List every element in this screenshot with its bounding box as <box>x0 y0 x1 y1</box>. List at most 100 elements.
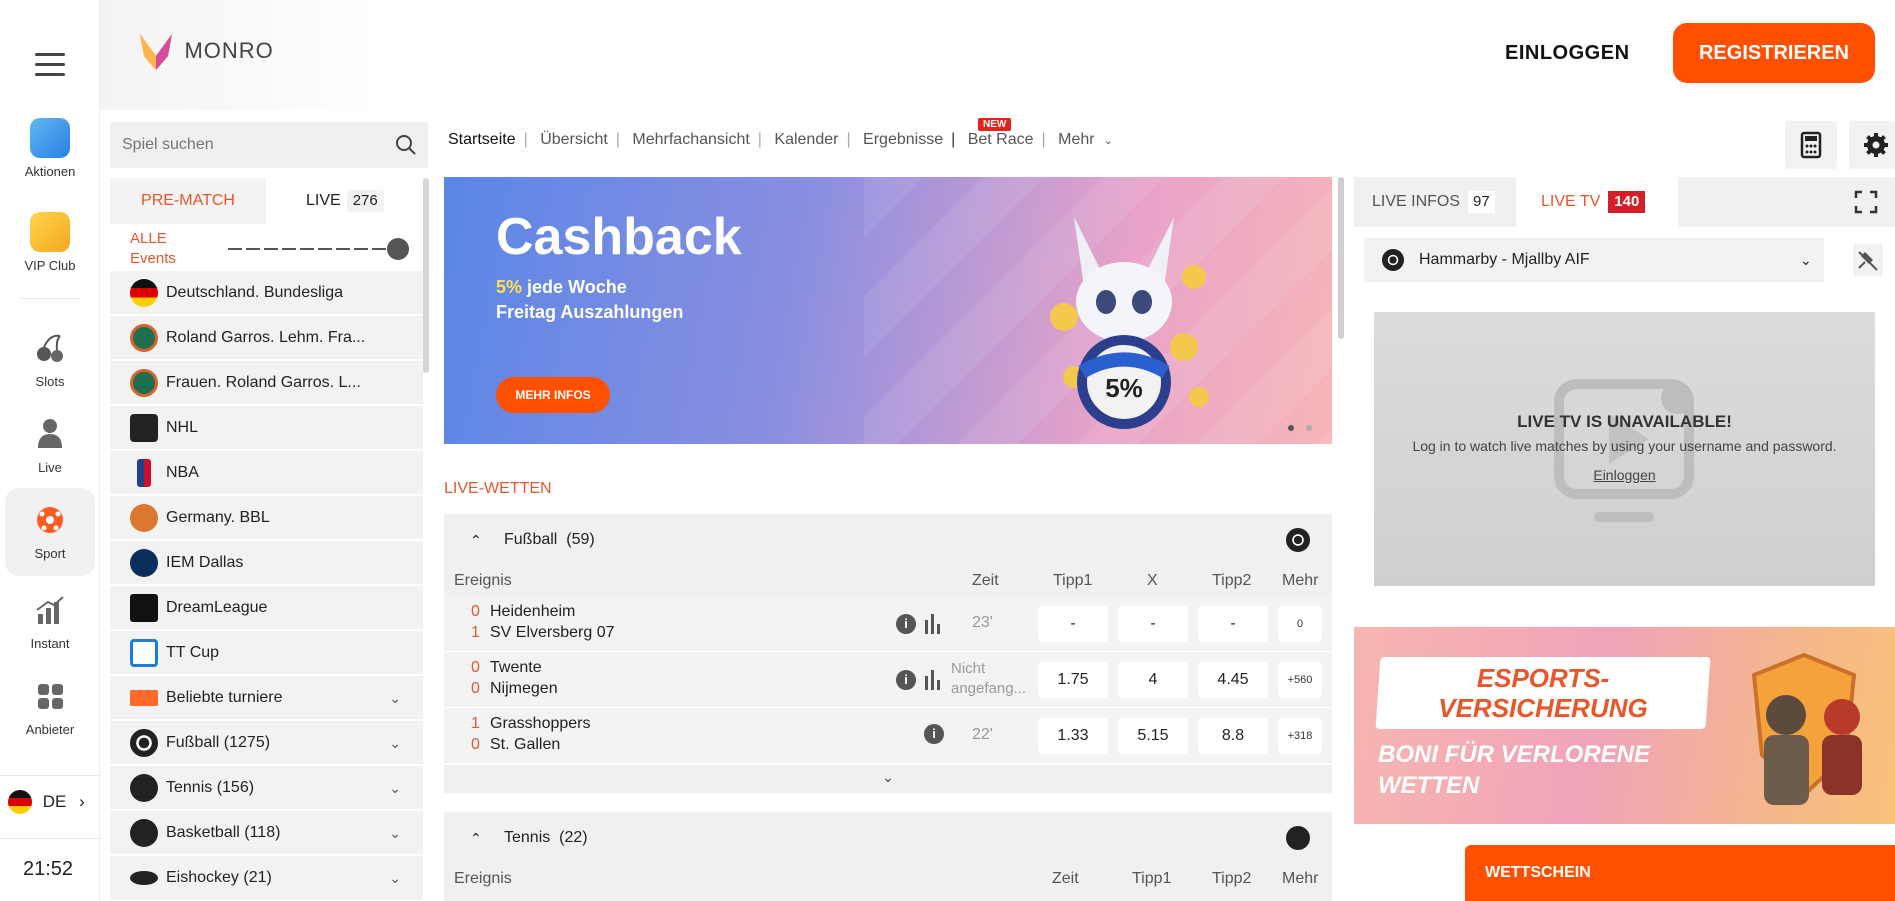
league-item[interactable]: TT Cup <box>110 631 423 675</box>
carousel-dot[interactable] <box>1306 425 1312 431</box>
tennis-group-header[interactable]: ⌃ Tennis (22) <box>444 812 1332 864</box>
pin-button[interactable] <box>1853 244 1883 276</box>
odd-tipp1[interactable]: 1.75 <box>1038 662 1108 698</box>
betslip-button[interactable]: WETTSCHEIN <box>1465 845 1895 901</box>
col-time: Zeit <box>1052 870 1079 887</box>
events-slider-handle[interactable] <box>387 238 409 260</box>
sport-label: Basketball (118) <box>166 824 281 841</box>
tab-prematch[interactable]: PRE-MATCH <box>110 178 266 224</box>
match-row[interactable]: 0 Twente 0 Nijmegen i Nicht angefang... … <box>444 652 1332 708</box>
live-bets-title: LIVE-WETTEN <box>444 480 552 497</box>
league-item[interactable]: Deutschland. Bundesliga <box>110 271 423 315</box>
col-x: X <box>1147 572 1158 589</box>
sport-category-item[interactable]: Basketball (118) ⌄ <box>110 811 423 855</box>
rail-item-vip-club[interactable]: VIP Club <box>5 212 95 273</box>
football-group-header[interactable]: ⌃ Fußball (59) <box>444 514 1332 566</box>
promo-sub-line1: BONI FÜR VERLORENE <box>1378 741 1651 768</box>
fullscreen-icon[interactable] <box>1854 190 1878 219</box>
carousel-dot[interactable] <box>1288 425 1294 431</box>
more-markets-button[interactable]: +560 <box>1278 662 1322 698</box>
odd-tipp1[interactable]: 1.33 <box>1038 718 1108 754</box>
soccer-ball-icon <box>1286 528 1310 552</box>
odd-x[interactable]: 4 <box>1118 662 1188 698</box>
league-item[interactable]: DreamLeague <box>110 586 423 630</box>
calculator-button[interactable] <box>1785 121 1837 169</box>
nav-mehr[interactable]: Mehr <box>1058 131 1094 148</box>
hamburger-menu-icon[interactable] <box>32 46 68 83</box>
score-home: 1 <box>471 715 480 732</box>
rail-item-aktionen[interactable]: Aktionen <box>5 118 95 179</box>
rail-item-slots[interactable]: Slots <box>5 328 95 389</box>
events-slider-track[interactable] <box>228 248 388 250</box>
rail-item-anbieter[interactable]: Anbieter <box>5 676 95 737</box>
rail-item-instant[interactable]: Instant <box>5 590 95 651</box>
promo-banner[interactable]: Cashback 5% jede Woche Freitag Auszahlun… <box>444 177 1332 444</box>
settings-button[interactable] <box>1849 121 1895 169</box>
nav-uebersicht[interactable]: Übersicht <box>540 131 608 148</box>
nav-startseite[interactable]: Startseite <box>448 131 516 148</box>
odd-x[interactable]: 5.15 <box>1118 718 1188 754</box>
match-row[interactable]: 1 Grasshoppers 0 St. Gallen i 22' 1.33 5… <box>444 708 1332 764</box>
stats-icon[interactable] <box>924 614 942 639</box>
main-scrollbar[interactable] <box>1338 177 1344 339</box>
promo-sub-line2: WETTEN <box>1378 772 1480 799</box>
search-icon[interactable] <box>395 134 417 156</box>
register-button[interactable]: REGISTRIEREN <box>1673 23 1875 83</box>
rail-item-live[interactable]: Live <box>5 414 95 475</box>
login-button[interactable]: EINLOGGEN <box>1505 42 1630 65</box>
sport-category-item[interactable]: Beliebte turniere ⌄ <box>110 676 423 720</box>
list-scrollbar[interactable] <box>423 178 429 373</box>
chevron-down-icon: ⌄ <box>389 690 401 706</box>
odd-tipp2[interactable]: 8.8 <box>1198 718 1268 754</box>
rail-item-sport[interactable]: Sport <box>5 488 95 576</box>
more-markets-button[interactable]: 0 <box>1278 606 1322 642</box>
league-item[interactable]: IEM Dallas <box>110 541 423 585</box>
rail-divider <box>0 838 100 839</box>
match-row[interactable]: 0 Heidenheim 1 SV Elversberg 07 i 23' - … <box>444 596 1332 652</box>
league-item[interactable]: Roland Garros. Lehm. Fra... <box>110 316 423 360</box>
tennis-table-header: Ereignis Zeit Tipp1 Tipp2 Mehr <box>444 864 1332 901</box>
language-selector[interactable]: DE › <box>8 788 88 814</box>
nav-ergebnisse[interactable]: Ergebnisse <box>863 131 943 148</box>
tab-live-infos[interactable]: LIVE INFOS 97 <box>1354 177 1514 227</box>
rail-label: Slots <box>35 374 65 389</box>
nav-bet-race[interactable]: Bet Race <box>968 131 1034 148</box>
info-icon[interactable]: i <box>896 614 916 634</box>
odd-x[interactable]: - <box>1118 606 1188 642</box>
gear-icon <box>1864 133 1888 157</box>
chevron-down-icon: ⌄ <box>1800 252 1812 268</box>
sport-category-item[interactable]: Fußball (1275) ⌄ <box>110 721 423 765</box>
nav-mehrfachansicht[interactable]: Mehrfachansicht <box>632 131 749 148</box>
banner-more-info-button[interactable]: MEHR INFOS <box>496 377 610 413</box>
col-event: Ereignis <box>454 870 512 887</box>
sport-category-item[interactable]: Tennis (156) ⌄ <box>110 766 423 810</box>
tab-live[interactable]: LIVE 276 <box>266 178 423 224</box>
rail-label: Instant <box>30 636 70 651</box>
banner-highlight: 5% <box>496 277 523 297</box>
more-markets-button[interactable]: +318 <box>1278 718 1322 754</box>
search-input[interactable] <box>110 122 370 168</box>
banner-title: Cashback <box>496 208 742 266</box>
team-away: St. Gallen <box>490 736 561 753</box>
odd-tipp2[interactable]: - <box>1198 606 1268 642</box>
brand-logo[interactable]: MONRO <box>138 30 274 72</box>
league-item[interactable]: Germany. BBL <box>110 496 423 540</box>
info-icon[interactable]: i <box>896 670 916 690</box>
info-icon[interactable]: i <box>924 724 944 744</box>
nav-kalender[interactable]: Kalender <box>774 131 838 148</box>
odd-tipp1[interactable]: - <box>1038 606 1108 642</box>
esports-soldier-icon <box>1734 645 1874 815</box>
match-select-dropdown[interactable]: Hammarby - Mjallby AIF ⌄ <box>1364 238 1824 282</box>
stats-icon[interactable] <box>924 670 942 695</box>
esports-promo-banner[interactable]: ESPORTS- VERSICHERUNG BONI FÜR VERLORENE… <box>1354 627 1895 824</box>
tab-live-tv[interactable]: LIVE TV 140 <box>1516 177 1678 227</box>
league-item[interactable]: Frauen. Roland Garros. L... <box>110 361 423 405</box>
league-item[interactable]: NHL <box>110 406 423 450</box>
score-home: 0 <box>471 659 480 676</box>
sport-category-item[interactable]: Eishockey (21) ⌄ <box>110 856 423 901</box>
team-home: Grasshoppers <box>490 715 591 732</box>
league-item[interactable]: NBA <box>110 451 423 495</box>
expand-more-button[interactable]: ⌄ <box>444 765 1332 793</box>
tv-login-link[interactable]: Einloggen <box>1374 467 1875 483</box>
odd-tipp2[interactable]: 4.45 <box>1198 662 1268 698</box>
